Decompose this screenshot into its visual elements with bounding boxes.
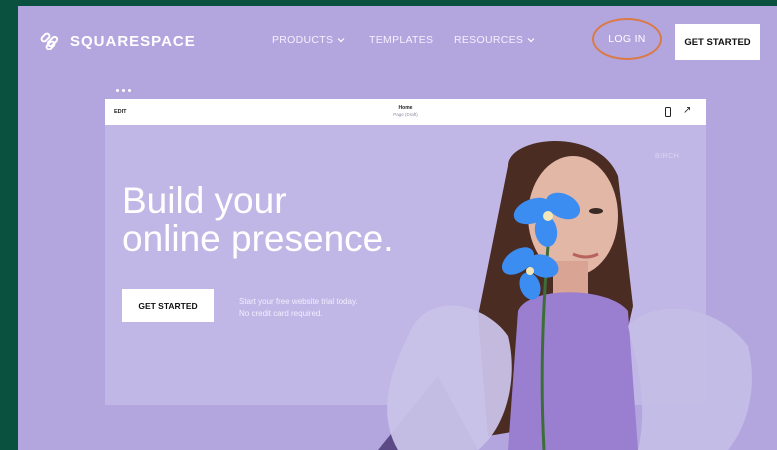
- logo[interactable]: SQUARESPACE: [38, 32, 196, 50]
- expand-icon[interactable]: ↗: [683, 106, 691, 116]
- page-status: Page (Draft): [393, 112, 418, 117]
- chevron-down-icon: [527, 38, 535, 43]
- nav-resources-label: RESOURCES: [454, 34, 524, 46]
- hero-note: Start your free website trial today. No …: [239, 296, 358, 320]
- hero-portrait-image: [378, 141, 752, 450]
- nav-products-label: PRODUCTS: [272, 34, 334, 46]
- page-title: Home: [398, 105, 413, 111]
- hero-get-started-button[interactable]: GET STARTED: [122, 289, 214, 322]
- nav-templates-label: TEMPLATES: [369, 34, 434, 46]
- hero-note-line2: No credit card required.: [239, 309, 323, 318]
- editor-toolbar: EDIT Home Page (Draft) ↗: [105, 99, 706, 125]
- nav-products[interactable]: PRODUCTS: [272, 34, 345, 46]
- login-button[interactable]: LOG IN: [592, 18, 662, 60]
- logo-text: SQUARESPACE: [70, 32, 196, 50]
- login-label: LOG IN: [608, 33, 646, 45]
- hero-note-line1: Start your free website trial today.: [239, 297, 358, 306]
- top-nav: SQUARESPACE PRODUCTS TEMPLATES RESOURCES…: [18, 6, 777, 76]
- browser-screen: SQUARESPACE PRODUCTS TEMPLATES RESOURCES…: [18, 6, 777, 450]
- mobile-preview-icon[interactable]: [665, 107, 671, 117]
- get-started-button[interactable]: GET STARTED: [675, 24, 760, 60]
- more-options-icon[interactable]: [116, 89, 131, 92]
- chevron-down-icon: [337, 38, 345, 43]
- nav-templates[interactable]: TEMPLATES: [369, 34, 433, 46]
- nav-resources[interactable]: RESOURCES: [454, 34, 535, 46]
- squarespace-logo-icon: [40, 32, 59, 50]
